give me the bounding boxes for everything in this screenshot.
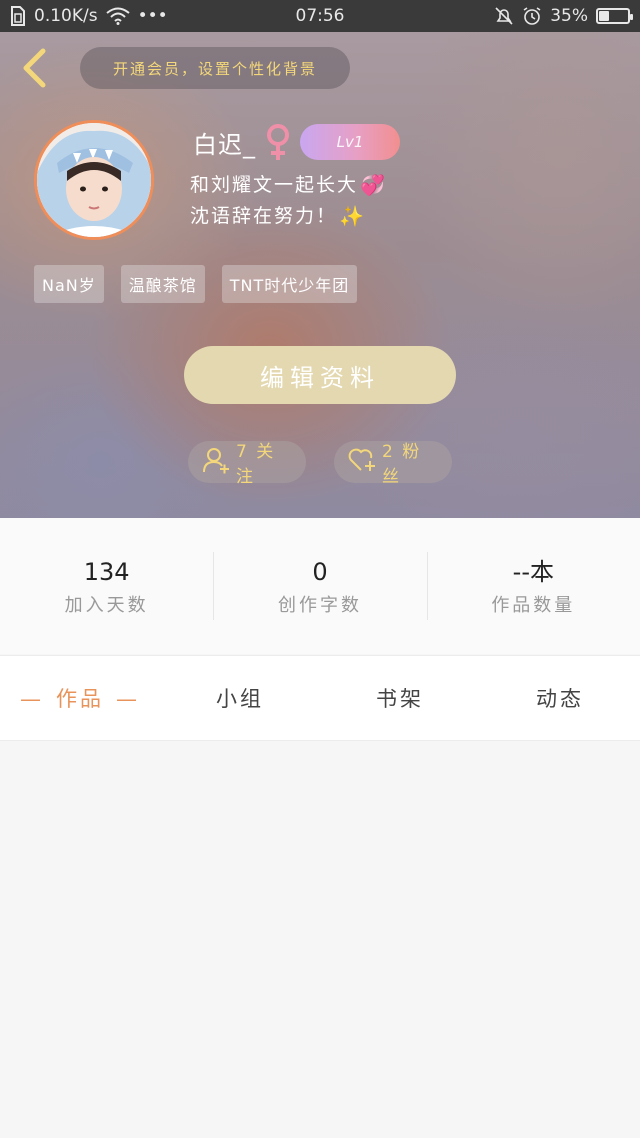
stat-works-value: --本 bbox=[512, 558, 554, 586]
tab-works-dash-right: — bbox=[116, 687, 140, 711]
level-badge: Lv1 bbox=[300, 124, 400, 160]
follow-row: 7 关注 2 粉丝 bbox=[188, 441, 452, 487]
heart-plus-icon bbox=[348, 447, 376, 478]
sim-icon bbox=[10, 6, 26, 26]
profile-header: 开通会员，设置个性化背景 白迟_ Lv1 和刘耀文一起长大 💞 沈语辞在努力！ … bbox=[0, 32, 640, 518]
works-content bbox=[0, 742, 640, 1138]
status-bar: 0.10K/s ••• 07:56 35% bbox=[0, 0, 640, 32]
bio-text-2: 沈语辞在努力！ bbox=[190, 205, 338, 227]
avatar[interactable] bbox=[34, 120, 154, 240]
add-user-icon bbox=[202, 446, 230, 479]
tab-works[interactable]: — 作品 — bbox=[0, 683, 160, 713]
sparkles-emoji: ✨ bbox=[339, 204, 366, 228]
stat-days-label: 加入天数 bbox=[64, 595, 149, 616]
stat-words-label: 创作字数 bbox=[277, 595, 362, 616]
network-speed: 0.10K/s bbox=[34, 6, 98, 26]
bell-off-icon bbox=[494, 6, 514, 26]
wifi-icon bbox=[105, 7, 130, 25]
battery-icon bbox=[596, 8, 633, 24]
stat-words-value: 0 bbox=[312, 558, 328, 586]
heart-emoji: 💞 bbox=[360, 173, 387, 197]
tab-activity[interactable]: 动态 bbox=[480, 683, 640, 713]
bio-text-1: 和刘耀文一起长大 bbox=[190, 174, 359, 196]
bio-line-1: 和刘耀文一起长大 💞 bbox=[190, 170, 450, 201]
stats-row: 134 加入天数 0 创作字数 --本 作品数量 bbox=[0, 518, 640, 654]
fans-button[interactable]: 2 粉丝 bbox=[334, 441, 452, 487]
battery-percent: 35% bbox=[550, 6, 588, 26]
status-right: 35% bbox=[494, 6, 633, 26]
avatar-image bbox=[37, 123, 151, 237]
fans-label: 2 粉丝 bbox=[382, 442, 422, 487]
tab-works-dash-left: — bbox=[20, 687, 44, 711]
stat-days: 134 加入天数 bbox=[0, 552, 213, 620]
tab-bar: — 作品 — 小组 书架 动态 bbox=[0, 655, 640, 741]
tab-group[interactable]: 小组 bbox=[160, 683, 320, 713]
tag-group[interactable]: 温酿茶馆 bbox=[120, 265, 205, 303]
back-button[interactable] bbox=[16, 48, 52, 92]
bio-line-2: 沈语辞在努力！ ✨ bbox=[190, 201, 450, 232]
stat-days-value: 134 bbox=[83, 558, 130, 586]
username: 白迟_ bbox=[193, 130, 256, 159]
bio: 和刘耀文一起长大 💞 沈语辞在努力！ ✨ bbox=[190, 170, 450, 232]
stat-works-label: 作品数量 bbox=[491, 595, 576, 616]
stat-words: 0 创作字数 bbox=[213, 552, 426, 620]
tab-works-label: 作品 bbox=[56, 687, 104, 711]
tag-age[interactable]: NaN岁 bbox=[34, 265, 104, 303]
more-indicator: ••• bbox=[137, 6, 168, 26]
chevron-left-icon bbox=[19, 48, 49, 92]
battery-level bbox=[599, 11, 609, 21]
tag-list: NaN岁 温酿茶馆 TNT时代少年团 bbox=[34, 265, 358, 303]
tab-bookshelf[interactable]: 书架 bbox=[320, 683, 480, 713]
alarm-icon bbox=[522, 6, 542, 26]
name-row: 白迟_ Lv1 bbox=[193, 122, 400, 162]
status-left: 0.10K/s ••• bbox=[10, 6, 494, 26]
vip-banner[interactable]: 开通会员，设置个性化背景 bbox=[80, 47, 350, 89]
tag-fandom[interactable]: TNT时代少年团 bbox=[221, 265, 358, 303]
female-icon bbox=[264, 122, 292, 162]
stat-works: --本 作品数量 bbox=[426, 552, 640, 620]
following-button[interactable]: 7 关注 bbox=[188, 441, 306, 487]
following-label: 7 关注 bbox=[236, 442, 276, 487]
edit-profile-button[interactable]: 编辑资料 bbox=[184, 346, 456, 404]
